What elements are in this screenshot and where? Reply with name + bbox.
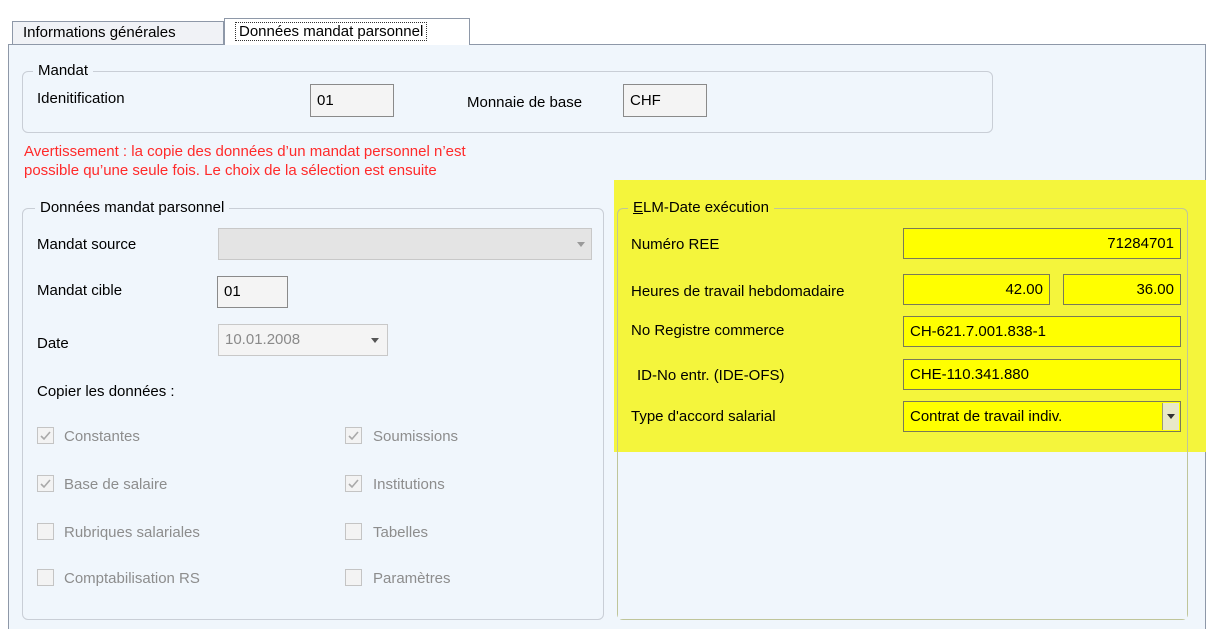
accord-select[interactable]: Contrat de travail indiv. bbox=[903, 401, 1181, 432]
ree-field[interactable]: 71284701 bbox=[903, 228, 1181, 259]
hours-label: Heures de travail hebdomadaire bbox=[631, 283, 845, 300]
tab-label: Informations générales bbox=[23, 24, 176, 41]
mandat-cible-label: Mandat cible bbox=[37, 282, 123, 299]
accord-label: Type d'accord salarial bbox=[631, 408, 776, 425]
registre-label: No Registre commerce bbox=[631, 322, 785, 339]
ide-label: ID-No entr. (IDE-OFS) bbox=[637, 367, 785, 384]
elm-legend: ELM-Date exécution bbox=[628, 198, 774, 218]
elm-group-lower-fill bbox=[618, 452, 1187, 619]
checkbox-soumissions[interactable] bbox=[345, 427, 362, 444]
chevron-down-icon bbox=[371, 338, 379, 343]
checkbox-parametres[interactable] bbox=[345, 569, 362, 586]
date-label: Date bbox=[37, 335, 69, 352]
checkbox-comptabilisation-rs[interactable] bbox=[37, 569, 54, 586]
tab-label: Données mandat parsonnel bbox=[235, 22, 428, 41]
checkbox-base-de-salaire[interactable] bbox=[37, 475, 54, 492]
checkbox-label: Base de salaire bbox=[64, 476, 168, 493]
warning-line-1: Avertissement : la copie des données d’u… bbox=[24, 143, 466, 160]
checkbox-label: Tabelles bbox=[373, 524, 429, 541]
checkbox-institutions[interactable] bbox=[345, 475, 362, 492]
mandat-source-select[interactable] bbox=[218, 228, 592, 260]
ide-field[interactable]: CHE-110.341.880 bbox=[903, 359, 1181, 390]
hours-field-1[interactable]: 42.00 bbox=[903, 274, 1050, 305]
copy-data-label: Copier les données : bbox=[37, 383, 175, 400]
mandat-cible-field[interactable]: 01 bbox=[217, 276, 288, 308]
registre-field[interactable]: CH-621.7.001.838-1 bbox=[903, 316, 1181, 347]
tab-informations-generales[interactable]: Informations générales bbox=[12, 21, 224, 44]
warning-line-2: possible qu’une seule fois. Le choix de … bbox=[24, 162, 437, 179]
hours-field-2[interactable]: 36.00 bbox=[1063, 274, 1181, 305]
ree-label: Numéro REE bbox=[631, 236, 720, 253]
tab-donnees-mandat-parsonnel[interactable]: Données mandat parsonnel bbox=[224, 18, 470, 45]
checkbox-label: Comptabilisation RS bbox=[64, 570, 200, 587]
accord-dropdown-button[interactable] bbox=[1162, 403, 1179, 430]
checkbox-label: Institutions bbox=[373, 476, 445, 493]
chevron-down-icon bbox=[1167, 414, 1175, 419]
identification-label: Idenitification bbox=[37, 90, 125, 107]
accord-value: Contrat de travail indiv. bbox=[910, 408, 1063, 425]
checkmark-icon bbox=[348, 479, 359, 489]
checkbox-label: Paramètres bbox=[373, 570, 451, 587]
elm-legend-accesskey: E bbox=[633, 199, 644, 216]
checkbox-label: Constantes bbox=[64, 428, 140, 445]
elm-legend-text: LM-Date exécution bbox=[643, 199, 769, 216]
identification-field[interactable]: 01 bbox=[310, 84, 394, 117]
currency-label: Monnaie de base bbox=[467, 94, 583, 111]
checkmark-icon bbox=[348, 431, 359, 441]
donnees-legend: Données mandat parsonnel bbox=[35, 198, 230, 218]
mandat-legend: Mandat bbox=[33, 61, 94, 81]
donnees-group: Données mandat parsonnel bbox=[22, 198, 604, 620]
checkbox-rubriques-salariales[interactable] bbox=[37, 523, 54, 540]
checkmark-icon bbox=[40, 431, 51, 441]
checkbox-label: Soumissions bbox=[373, 428, 459, 445]
mandat-source-label: Mandat source bbox=[37, 236, 137, 253]
date-select[interactable]: 10.01.2008 bbox=[218, 324, 388, 356]
checkbox-label: Rubriques salariales bbox=[64, 524, 200, 541]
currency-field[interactable]: CHF bbox=[623, 84, 707, 117]
chevron-down-icon bbox=[577, 242, 585, 247]
checkmark-icon bbox=[40, 479, 51, 489]
date-value: 10.01.2008 bbox=[225, 331, 301, 348]
checkbox-tabelles[interactable] bbox=[345, 523, 362, 540]
checkbox-constantes[interactable] bbox=[37, 427, 54, 444]
